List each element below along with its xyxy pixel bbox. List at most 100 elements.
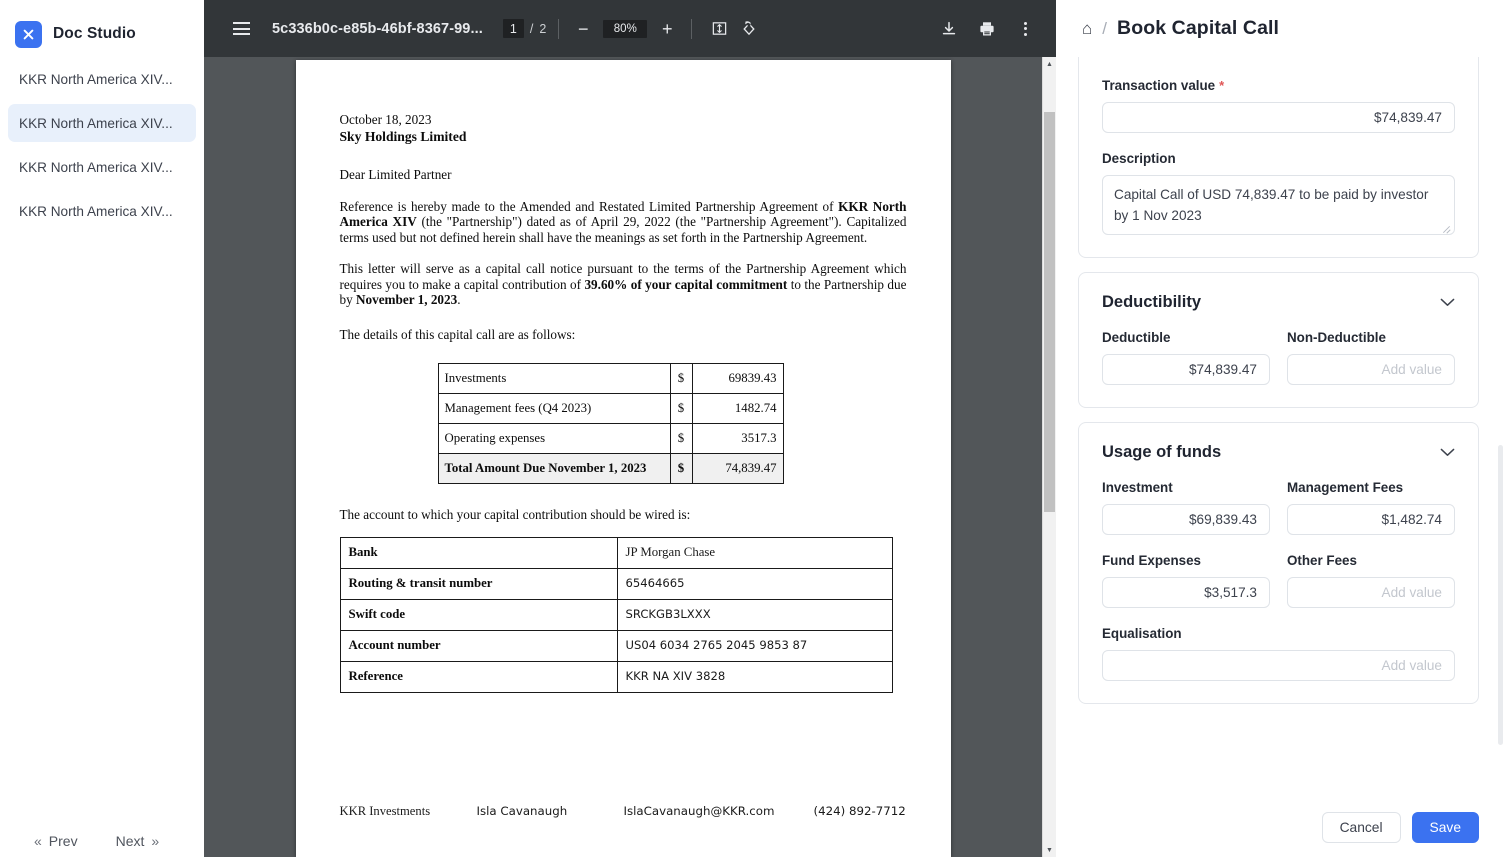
save-button[interactable]: Save	[1411, 811, 1479, 843]
sidebar-document-item-1[interactable]: KKR North America XIV...	[8, 60, 196, 98]
table-row: Investments $ 69839.43	[437, 362, 784, 394]
home-icon[interactable]: ⌂	[1082, 20, 1092, 37]
amount-label: Investments	[437, 362, 671, 394]
bank-field-key: Reference	[339, 660, 618, 693]
panel-footer-actions: Cancel Save	[1056, 803, 1505, 857]
deductible-input[interactable]: $74,839.47	[1102, 354, 1270, 386]
footer-org: KKR Investments	[339, 804, 431, 818]
usage-of-funds-header: Usage of funds	[1102, 443, 1455, 462]
other-fees-input[interactable]: Add value	[1287, 577, 1455, 609]
sidebar-document-item-4[interactable]: KKR North America XIV...	[8, 192, 196, 230]
breadcrumb: ⌂ / Book Capital Call	[1056, 0, 1505, 57]
bank-field-key: Routing & transit number	[339, 567, 618, 600]
sidebar-document-item-2[interactable]: KKR North America XIV...	[8, 104, 196, 142]
resize-handle-icon[interactable]	[1442, 223, 1451, 232]
double-chevron-right-icon: »	[151, 833, 160, 849]
pdf-scrollbar[interactable]: ▲ ▼	[1042, 57, 1056, 857]
bank-field-value: US04 6034 2765 2045 9853 87	[616, 629, 893, 662]
footer-email: IslaCavanaugh@KKR.com	[623, 804, 775, 818]
panel-scrollbar[interactable]	[1498, 115, 1503, 747]
document-item-label: KKR North America XIV...	[19, 203, 173, 219]
pdf-scrollbar-thumb[interactable]	[1044, 112, 1055, 512]
bank-field-value: JP Morgan Chase	[616, 536, 893, 569]
deductible-label: Deductible	[1102, 330, 1171, 346]
kebab-menu-icon[interactable]	[1010, 14, 1040, 44]
amount-value: 1482.74	[691, 392, 784, 424]
management-fees-label: Management Fees	[1287, 480, 1404, 496]
pdf-toolbar: 5c336b0c-e85b-46bf-8367-99... / 2 − 80% …	[204, 0, 1056, 57]
description-label-text: Description	[1102, 151, 1176, 166]
amount-label: Total Amount Due November 1, 2023	[437, 452, 671, 484]
table-row: Swift code SRCKGB3LXXX	[339, 598, 893, 631]
amount-label: Management fees (Q4 2023)	[437, 392, 671, 424]
brand: Doc Studio	[0, 0, 204, 54]
print-icon[interactable]	[972, 14, 1002, 44]
page-navigation: / 2	[502, 19, 547, 38]
bank-field-key: Swift code	[339, 598, 618, 631]
rotate-counterclockwise-icon[interactable]	[734, 14, 764, 44]
bank-field-key: Bank	[339, 536, 618, 569]
document-item-label: KKR North America XIV...	[19, 159, 173, 175]
usage-of-funds-title: Usage of funds	[1102, 443, 1222, 462]
deductibility-card: Deductibility Deductible $74,839.47 Non-…	[1078, 272, 1479, 409]
document-list: KKR North America XIV... KKR North Ameri…	[0, 60, 204, 230]
amount-value: 74,839.47	[691, 452, 784, 484]
usage-row-1: Investment $69,839.43 Management Fees $1…	[1102, 480, 1455, 536]
letter-company: Sky Holdings Limited	[339, 129, 467, 144]
panel-scrollbar-thumb[interactable]	[1498, 445, 1503, 745]
letter-footer: KKR Investments Isla Cavanaugh IslaCavan…	[340, 804, 907, 819]
transaction-value-input[interactable]: $74,839.47	[1102, 102, 1455, 133]
amount-label: Operating expenses	[437, 422, 671, 454]
table-row-total: Total Amount Due November 1, 2023 $ 74,8…	[437, 452, 784, 484]
chevron-down-icon[interactable]	[1440, 445, 1455, 460]
zoom-out-button[interactable]: −	[571, 17, 595, 41]
hamburger-menu-icon[interactable]	[226, 14, 256, 44]
zoom-in-button[interactable]: +	[655, 17, 679, 41]
toolbar-divider-1	[558, 18, 560, 39]
next-button[interactable]: Next »	[116, 833, 160, 849]
amount-currency: $	[669, 362, 693, 394]
table-row: Routing & transit number 65464665	[339, 567, 893, 600]
panel-scroll-area: Transaction value * $74,839.47 Descripti…	[1056, 57, 1505, 803]
wire-lead: The account to which your capital contri…	[339, 506, 691, 522]
scroll-down-arrow-icon[interactable]: ▼	[1043, 843, 1056, 857]
capital-call-amounts-table: Investments $ 69839.43 Management fees (…	[437, 362, 784, 484]
zoom-controls: − 80% +	[571, 17, 679, 41]
management-fees-input[interactable]: $1,482.74	[1287, 504, 1455, 536]
sidebar-pager: « Prev Next »	[0, 833, 204, 849]
page-number-input[interactable]	[502, 19, 524, 38]
investment-field: Investment $69,839.43	[1102, 480, 1270, 536]
document-item-label: KKR North America XIV...	[19, 71, 173, 87]
amount-value: 69839.43	[691, 362, 784, 394]
management-fees-field: Management Fees $1,482.74	[1287, 480, 1455, 536]
page-title: Book Capital Call	[1117, 17, 1280, 39]
double-chevron-left-icon: «	[34, 833, 42, 849]
footer-phone: (424) 892-7712	[813, 804, 906, 818]
amount-currency: $	[669, 422, 693, 454]
equalisation-field: Equalisation Add value	[1102, 626, 1455, 682]
transaction-value-label: Transaction value *	[1102, 78, 1455, 93]
fund-expenses-input[interactable]: $3,517.3	[1102, 577, 1270, 609]
pdf-viewer: 5c336b0c-e85b-46bf-8367-99... / 2 − 80% …	[204, 0, 1056, 857]
zoom-level-value[interactable]: 80%	[603, 19, 648, 38]
sidebar-document-item-3[interactable]: KKR North America XIV...	[8, 148, 196, 186]
equalisation-input[interactable]: Add value	[1102, 650, 1455, 682]
download-icon[interactable]	[934, 14, 964, 44]
brand-title: Doc Studio	[53, 25, 136, 42]
investment-input[interactable]: $69,839.43	[1102, 504, 1270, 536]
deductible-field: Deductible $74,839.47	[1102, 330, 1270, 386]
breadcrumb-separator: /	[1102, 18, 1108, 38]
paragraph-1-pre: Reference is hereby made to the Amended …	[339, 199, 839, 214]
prev-button[interactable]: « Prev	[34, 833, 78, 849]
page-total-count: 2	[539, 21, 547, 36]
bank-details-table: Bank JP Morgan Chase Routing & transit n…	[339, 536, 893, 693]
description-textarea[interactable]: Capital Call of USD 74,839.47 to be paid…	[1102, 175, 1455, 236]
non-deductible-field: Non-Deductible Add value	[1287, 330, 1455, 386]
scroll-up-arrow-icon[interactable]: ▲	[1043, 57, 1056, 71]
chevron-down-icon[interactable]	[1440, 295, 1455, 310]
details-panel: ⌂ / Book Capital Call Transaction value …	[1056, 0, 1505, 857]
non-deductible-input[interactable]: Add value	[1287, 354, 1455, 386]
cancel-button[interactable]: Cancel	[1321, 811, 1401, 843]
fit-page-icon[interactable]	[704, 14, 734, 44]
fund-expenses-label: Fund Expenses	[1102, 553, 1201, 569]
